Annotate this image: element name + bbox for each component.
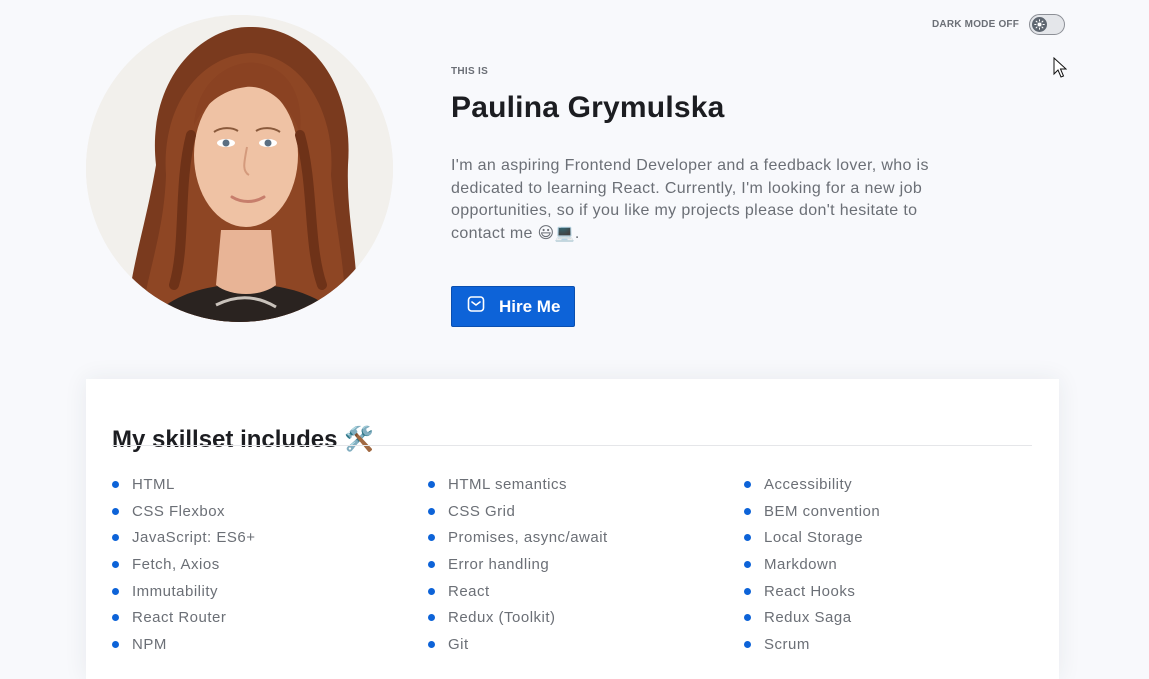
bullet-dot-icon [744,614,751,622]
bullet-dot-icon [428,640,435,648]
bullet-dot-icon [428,560,435,568]
skills-title: My skillset includes 🛠️ [112,425,374,453]
skill-label: Immutability [132,582,219,600]
page-title: Paulina Grymulska [451,91,725,124]
skill-item: Git [428,631,744,658]
hire-me-button[interactable]: Hire Me [451,286,576,327]
envelope-icon [467,295,485,318]
hire-me-label: Hire Me [499,296,561,316]
skill-item: React Router [112,604,428,631]
skill-label: Error handling [448,555,550,573]
skills-card: My skillset includes 🛠️ HTML CSS Flexbox J… [86,379,1059,679]
skill-label: BEM convention [764,502,881,520]
skill-item: Markdown [744,551,1060,578]
skill-item: Redux (Toolkit) [428,604,744,631]
skill-item: Accessibility [744,471,1060,498]
bullet-dot-icon [744,560,751,568]
skill-item: Error handling [428,551,744,578]
hero-section: THIS IS Paulina Grymulska I'm an aspirin… [451,60,971,327]
skill-label: React [448,582,490,600]
bullet-dot-icon [112,614,119,622]
hero-bio: I'm an aspiring Frontend Developer and a… [451,157,929,242]
skill-item: Scrum [744,631,1060,658]
skill-label: Local Storage [764,529,864,547]
dark-mode-toggle[interactable] [1029,14,1066,35]
dark-mode-toggle-wrap: DARK MODE OFF [932,14,1066,35]
skill-item: BEM convention [744,498,1060,525]
skill-label: Redux Saga [764,609,852,627]
bullet-dot-icon [428,534,435,542]
bullet-dot-icon [744,640,751,648]
bullet-dot-icon [744,507,751,515]
skill-item: React [428,578,744,605]
skill-label: Redux (Toolkit) [448,609,556,627]
dark-mode-label: DARK MODE OFF [932,19,1020,30]
divider [112,445,1032,446]
skill-item: Local Storage [744,524,1060,551]
skill-label: HTML semantics [448,475,567,493]
skill-label: React Router [132,609,227,627]
skills-column: HTML CSS Flexbox JavaScript: ES6+ Fetch, Ax… [112,471,428,658]
bullet-dot-icon [112,480,119,488]
skill-label: Fetch, Axios [132,555,220,573]
skill-label: HTML [132,475,175,493]
skills-column: HTML semantics CSS Grid Promises, async/aw… [428,471,744,658]
skill-label: NPM [132,635,167,653]
skills-grid: HTML CSS Flexbox JavaScript: ES6+ Fetch, Ax… [112,471,1060,658]
bullet-dot-icon [744,534,751,542]
skill-label: JavaScript: ES6+ [132,529,256,547]
bullet-dot-icon [744,587,751,595]
skill-item: Promises, async/await [428,524,744,551]
bullet-dot-icon [112,587,119,595]
skill-label: React Hooks [764,582,856,600]
skill-label: CSS Flexbox [132,502,226,520]
bullet-dot-icon [428,507,435,515]
bullet-dot-icon [112,534,119,542]
hero-eyebrow: THIS IS [451,66,489,77]
bullet-dot-icon [428,614,435,622]
bullet-dot-icon [428,480,435,488]
bullet-dot-icon [112,640,119,648]
profile-photo [86,15,393,322]
sun-icon [1032,17,1048,32]
skill-item: React Hooks [744,578,1060,605]
skill-item: CSS Grid [428,498,744,525]
mouse-cursor-icon [1053,57,1067,78]
skill-item: Fetch, Axios [112,551,428,578]
bullet-dot-icon [744,480,751,488]
skill-item: Immutability [112,578,428,605]
bullet-dot-icon [112,507,119,515]
skill-item: JavaScript: ES6+ [112,524,428,551]
skills-column: Accessibility BEM convention Local Storage… [744,471,1060,658]
skill-item: NPM [112,631,428,658]
bullet-dot-icon [428,587,435,595]
avatar [86,15,393,322]
skill-label: Scrum [764,635,810,653]
skill-item: Redux Saga [744,604,1060,631]
skill-item: HTML [112,471,428,498]
bullet-dot-icon [112,560,119,568]
skill-label: Accessibility [764,475,853,493]
skill-label: Promises, async/await [448,529,608,547]
skill-label: Git [448,635,469,653]
skill-item: CSS Flexbox [112,498,428,525]
skill-label: CSS Grid [448,502,516,520]
skill-item: HTML semantics [428,471,744,498]
skill-label: Markdown [764,555,838,573]
